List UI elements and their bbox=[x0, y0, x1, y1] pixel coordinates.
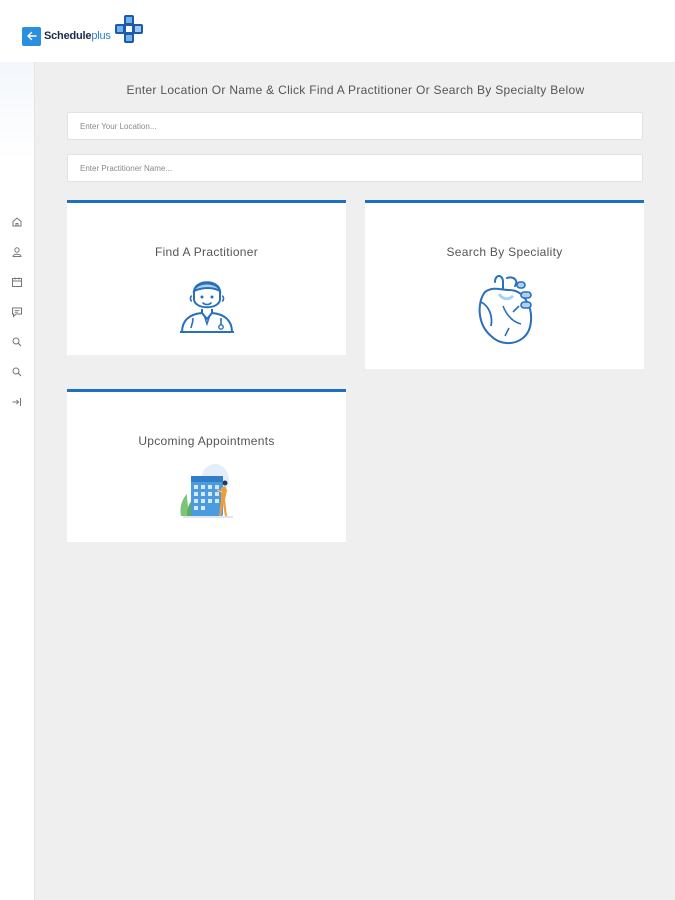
message-icon bbox=[12, 307, 22, 318]
doctor-icon bbox=[179, 281, 234, 333]
calendar-illustration bbox=[179, 464, 233, 518]
practitioner-name-input[interactable] bbox=[67, 154, 643, 182]
top-bar: Scheduleplus bbox=[0, 0, 675, 62]
search-icon bbox=[12, 337, 22, 347]
search-specialty-card[interactable]: Search By Speciality bbox=[365, 200, 644, 369]
user-icon bbox=[12, 247, 22, 257]
logout-icon bbox=[12, 398, 21, 406]
heart-icon bbox=[478, 275, 532, 344]
sidebar-nav bbox=[9, 214, 25, 424]
sidebar bbox=[0, 62, 34, 900]
home-icon bbox=[12, 217, 22, 227]
sidebar-item-profile[interactable] bbox=[9, 244, 25, 260]
brand-name-light: plus bbox=[91, 30, 111, 42]
brand-name-bold: Schedule bbox=[44, 30, 92, 42]
find-practitioner-card[interactable]: Find A Practitioner bbox=[67, 200, 346, 355]
location-input[interactable] bbox=[67, 112, 643, 140]
upcoming-appointments-card[interactable]: Upcoming Appointments bbox=[67, 389, 346, 542]
sidebar-item-messages[interactable] bbox=[9, 304, 25, 320]
page-headline: Enter Location Or Name & Click Find A Pr… bbox=[126, 83, 585, 97]
upcoming-appointments-title: Upcoming Appointments bbox=[138, 434, 275, 448]
sidebar-item-home[interactable] bbox=[9, 214, 25, 230]
arrow-left-icon bbox=[26, 31, 37, 41]
sidebar-decoration bbox=[0, 62, 34, 162]
brand-name: Scheduleplus bbox=[44, 30, 111, 42]
search-icon bbox=[12, 367, 22, 377]
main-content: Enter Location Or Name & Click Find A Pr… bbox=[34, 62, 675, 900]
calendar-icon bbox=[12, 277, 22, 287]
sidebar-item-calendar[interactable] bbox=[9, 274, 25, 290]
find-practitioner-title: Find A Practitioner bbox=[154, 245, 259, 259]
search-specialty-title: Search By Speciality bbox=[446, 245, 563, 259]
brand-cross-icon bbox=[115, 15, 143, 43]
brand-logo: Scheduleplus bbox=[22, 14, 143, 52]
back-button[interactable] bbox=[22, 26, 41, 46]
app-root: Scheduleplus Enter Location Or Name & Cl… bbox=[0, 0, 675, 900]
sidebar-item-search-specialty[interactable] bbox=[9, 364, 25, 380]
sidebar-item-search[interactable] bbox=[9, 334, 25, 350]
sidebar-item-logout[interactable] bbox=[9, 394, 25, 410]
